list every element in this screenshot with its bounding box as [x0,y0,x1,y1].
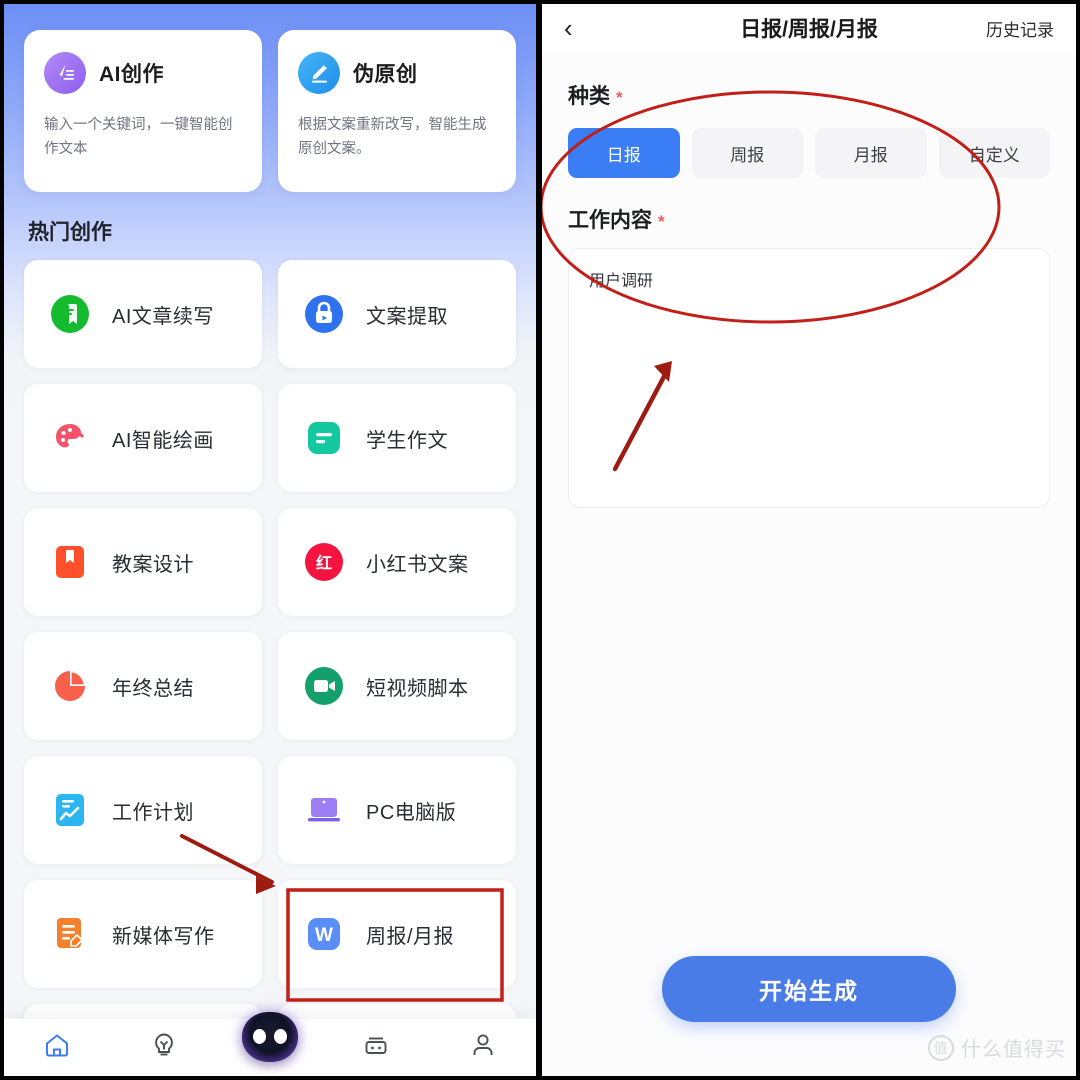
kind-option-daily[interactable]: 日报 [568,128,680,178]
bulb-icon [150,1031,178,1064]
cta-container: 开始生成 [542,956,1076,1022]
kind-option-monthly[interactable]: 月报 [815,128,927,178]
svg-text:W: W [315,925,333,946]
tool-card-pc-version[interactable]: PC电脑版 [278,756,516,864]
pen-lines-icon [44,52,86,94]
tool-card-label: 小红书文案 [366,553,469,576]
tab-item-profile[interactable] [447,1022,519,1074]
teal-note-icon [302,416,346,460]
feature-card-header: AI创作 [44,52,242,94]
robot-box-icon [362,1031,390,1064]
robot-eye-left [252,1029,266,1044]
feature-card-title: AI创作 [99,63,164,86]
green-doc-icon [48,292,92,336]
tab-item-ai-assistant[interactable] [234,1011,306,1074]
xiaohongshu-icon: 红 [302,540,346,584]
watermark-text: 什么值得买 [961,1039,1066,1061]
svg-text:红: 红 [316,554,332,573]
laptop-icon [302,788,346,832]
tool-card-ai-article-continue[interactable]: AI文章续写 [24,260,262,368]
tool-card-label: 教案设计 [112,553,194,576]
tool-card-copy-extract[interactable]: 文案提取 [278,260,516,368]
start-generate-button[interactable]: 开始生成 [662,956,956,1022]
video-camera-icon [302,664,346,708]
home-icon [43,1031,71,1064]
dual-screenshot: AI创作 输入一个关键词，一键智能创作文本 伪原创 根据文案重新改写，智能生成原… [0,0,1080,1080]
tool-card-student-essay[interactable]: 学生作文 [278,384,516,492]
back-arrow-icon[interactable]: ‹ [564,15,604,41]
tool-card-work-plan[interactable]: 工作计划 [24,756,262,864]
feature-card-title: 伪原创 [353,63,418,86]
watermark: 值 什么值得买 [928,1033,1066,1062]
w-word-icon: W [302,912,346,956]
tool-card-ai-drawing[interactable]: AI智能绘画 [24,384,262,492]
kind-label-text: 种类 [568,85,610,108]
feature-card-header: 伪原创 [298,52,496,94]
profile-icon [469,1031,497,1064]
palette-icon [48,416,92,460]
tool-card-label: 短视频脚本 [366,677,469,700]
bottom-tab-bar [4,1011,536,1076]
ai-robot-avatar-icon[interactable] [241,1011,298,1062]
content-label-text: 工作内容 [568,209,652,232]
tool-card-label: 工作计划 [112,801,194,824]
report-form: 种类 * 日报 周报 月报 自定义 工作内容 * 用户调研 [542,52,1076,508]
left-phone-screen: AI创作 输入一个关键词，一键智能创作文本 伪原创 根据文案重新改写，智能生成原… [0,0,540,1080]
tool-card-xiaohongshu-copy[interactable]: 红 小红书文案 [278,508,516,616]
feature-card-pseudo-original[interactable]: 伪原创 根据文案重新改写，智能生成原创文案。 [278,30,516,192]
pencil-icon [298,52,340,94]
kind-option-custom[interactable]: 自定义 [938,128,1050,178]
kind-field-label: 种类 * [568,80,1050,110]
tool-card-label: 周报/月报 [366,925,455,948]
history-record-button[interactable]: 历史记录 [986,16,1054,41]
tool-card-label: AI文章续写 [112,305,214,328]
right-phone-screen: ‹ 日报/周报/月报 历史记录 种类 * 日报 周报 月报 自定义 工作内容 * 用… [540,0,1080,1080]
tool-card-lesson-plan[interactable]: 教案设计 [24,508,262,616]
tab-item-robot[interactable] [340,1022,412,1074]
work-content-textarea[interactable]: 用户调研 [568,248,1050,508]
pie-chart-icon [48,664,92,708]
tool-card-short-video-script[interactable]: 短视频脚本 [278,632,516,740]
kind-option-weekly[interactable]: 周报 [691,128,803,178]
kind-segmented-control: 日报 周报 月报 自定义 [568,128,1050,178]
tool-card-year-end-summary[interactable]: 年终总结 [24,632,262,740]
tool-card-label: 年终总结 [112,677,194,700]
tool-card-weekly-monthly-report[interactable]: W 周报/月报 [278,880,516,988]
content-field-label: 工作内容 * [568,204,1050,234]
tool-card-label: AI智能绘画 [112,429,214,452]
feature-card-row: AI创作 输入一个关键词，一键智能创作文本 伪原创 根据文案重新改写，智能生成原… [24,4,516,192]
tool-card-label: 学生作文 [366,429,448,452]
feature-card-ai-creation[interactable]: AI创作 输入一个关键词，一键智能创作文本 [24,30,262,192]
tool-card-label: 新媒体写作 [112,925,215,948]
feature-card-desc: 输入一个关键词，一键智能创作文本 [44,117,233,157]
navigation-bar: ‹ 日报/周报/月报 历史记录 [542,4,1076,52]
required-asterisk: * [616,88,623,107]
chart-doc-icon [48,788,92,832]
tool-grid: AI文章续写 文案提取 AI智能绘画 学生作文 教案设计 红 小红书文案 年终总… [24,260,516,1074]
tool-card-label: 文案提取 [366,305,448,328]
robot-eye-right [273,1029,287,1044]
tab-item-ideas[interactable] [128,1022,200,1074]
tab-item-home[interactable] [21,1022,93,1074]
bookmark-icon [48,540,92,584]
tool-card-label: PC电脑版 [366,801,457,824]
section-title-hot-creation: 热门创作 [28,221,112,244]
feature-card-desc: 根据文案重新改写，智能生成原创文案。 [298,117,487,157]
watermark-badge-icon: 值 [928,1034,954,1061]
home-scroll-area[interactable]: AI创作 输入一个关键词，一键智能创作文本 伪原创 根据文案重新改写，智能生成原… [4,4,536,1076]
required-asterisk: * [658,212,665,231]
tool-card-new-media-writing[interactable]: 新媒体写作 [24,880,262,988]
blue-extract-icon [302,292,346,336]
orange-edit-doc-icon [48,912,92,956]
